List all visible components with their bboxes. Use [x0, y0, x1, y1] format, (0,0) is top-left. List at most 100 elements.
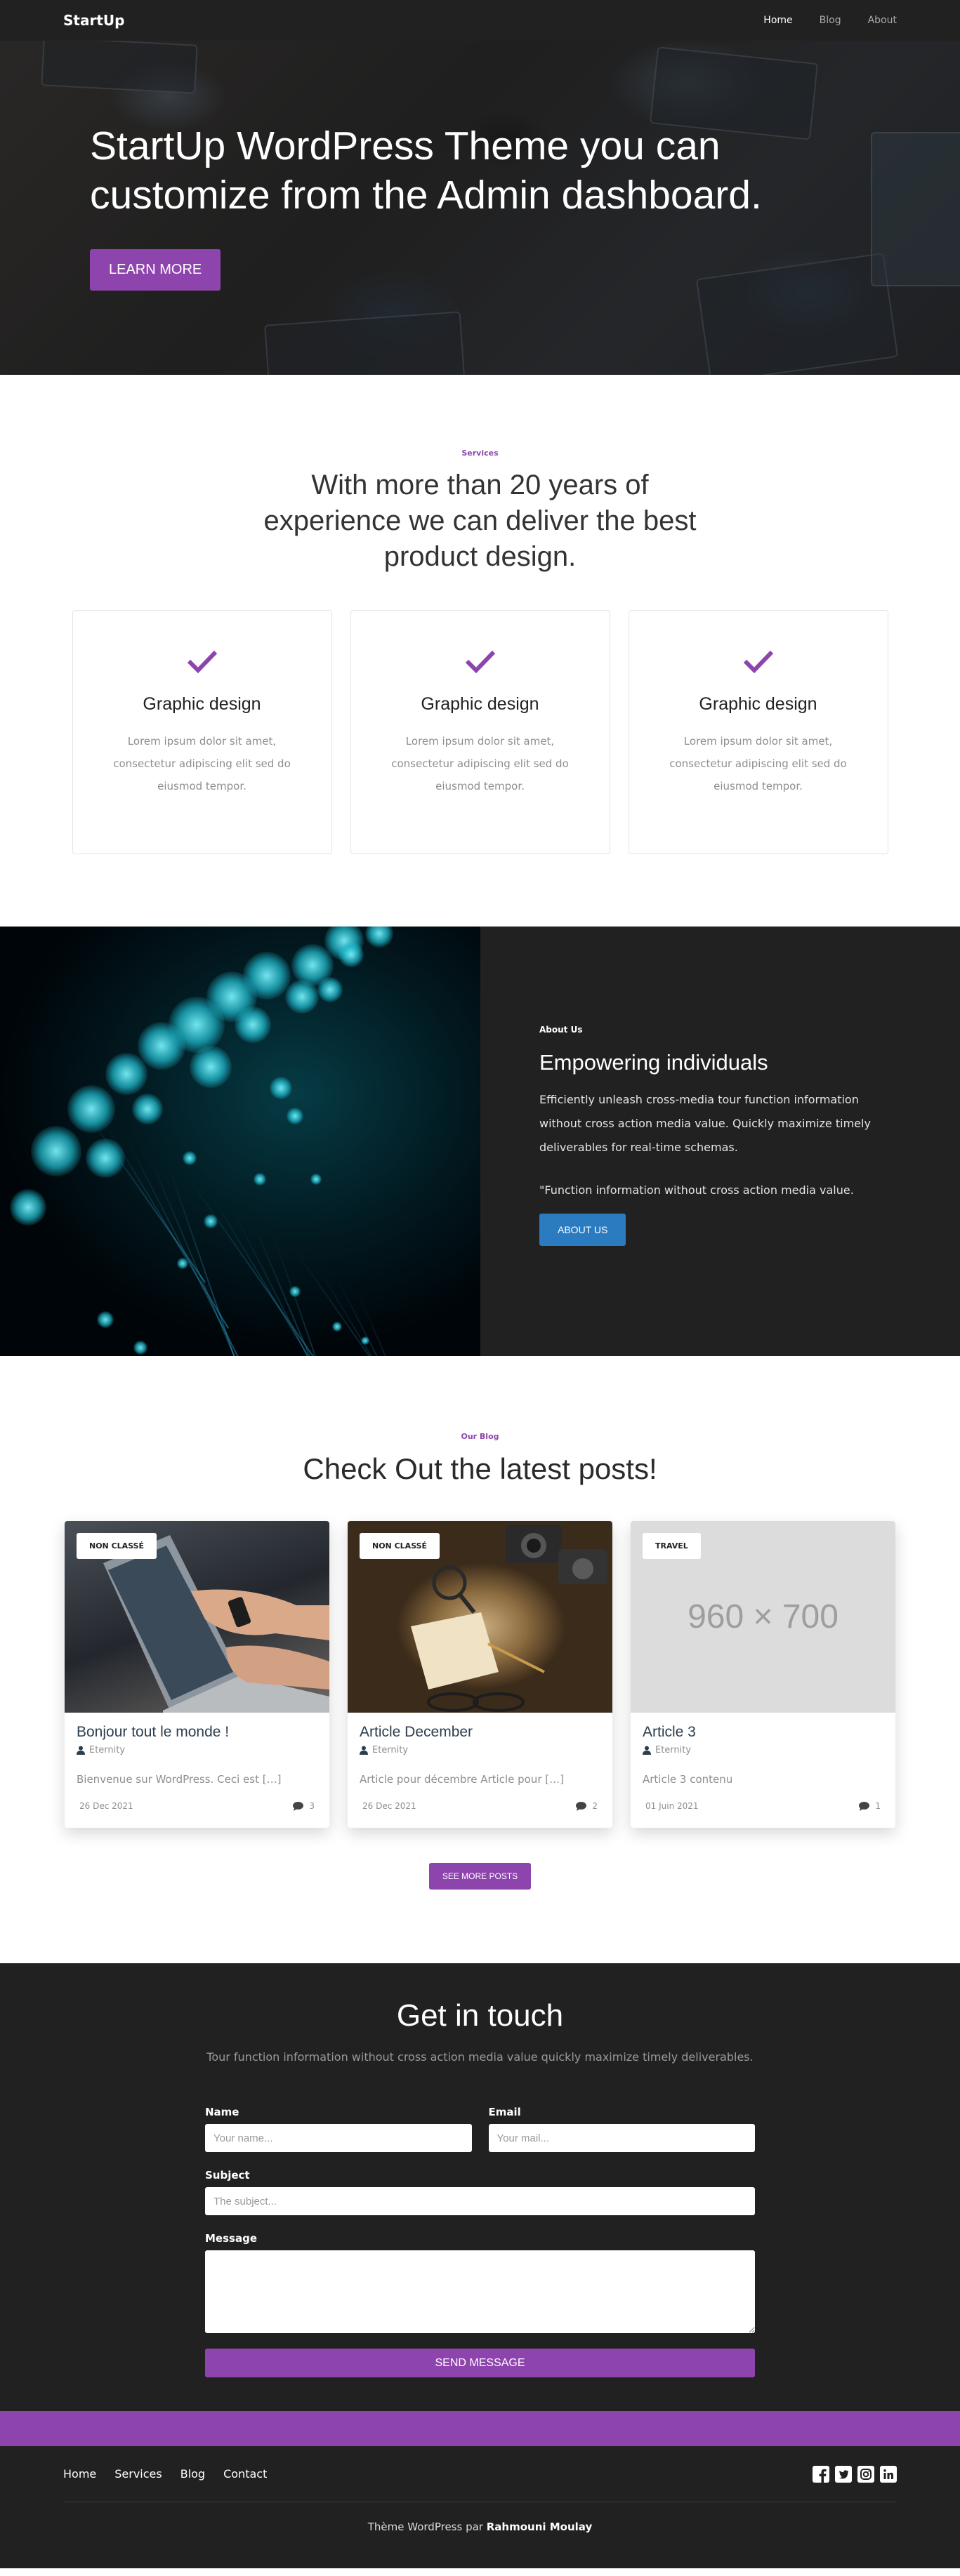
post-excerpt: Article pour décembre Article pour […]: [360, 1773, 564, 1786]
footer-link-blog[interactable]: Blog: [180, 2467, 205, 2481]
message-textarea[interactable]: [205, 2250, 755, 2333]
post-comment-count: 1: [875, 1801, 881, 1811]
post-thumbnail[interactable]: NON CLASSÉ: [65, 1521, 329, 1713]
about-eyebrow: About Us: [539, 1025, 583, 1035]
brand-logo[interactable]: StartUp: [63, 12, 124, 29]
bokeh-light: [138, 1022, 185, 1070]
bokeh-light: [365, 927, 393, 948]
post-excerpt: Bienvenue sur WordPress. Ceci est […]: [77, 1773, 282, 1786]
footer-top: Home Services Blog Contact: [63, 2446, 897, 2502]
bokeh-light: [67, 1085, 115, 1133]
fiber-strand: [336, 1277, 434, 1356]
about-quote: "Function information without cross acti…: [539, 1183, 854, 1197]
post-author: Eternity: [360, 1745, 600, 1755]
hero-content: StartUp WordPress Theme you can customiz…: [90, 121, 897, 291]
footer-link-services[interactable]: Services: [114, 2467, 162, 2481]
nav-link-home[interactable]: Home: [763, 15, 792, 26]
post-title[interactable]: Bonjour tout le monde !: [77, 1724, 317, 1741]
bokeh-light: [133, 1341, 147, 1355]
blog-eyebrow: Our Blog: [461, 1432, 499, 1441]
post-title[interactable]: Article 3: [643, 1724, 883, 1741]
bokeh-light: [310, 1174, 322, 1185]
blog-title: Check Out the latest posts!: [303, 1452, 657, 1485]
about-title: Empowering individuals: [539, 1050, 768, 1075]
post-meta: 01 Juin 2021 1: [645, 1801, 881, 1811]
bokeh-light: [97, 1311, 114, 1328]
footer-link-home[interactable]: Home: [63, 2467, 96, 2481]
email-label: Email: [488, 2106, 521, 2118]
post-card[interactable]: NON CLASSÉ Bonjour tout le monde ! Etern…: [65, 1521, 329, 1828]
footer-credit-prefix: Thème WordPress par: [367, 2521, 483, 2533]
post-title[interactable]: Article December: [360, 1724, 600, 1741]
linkedin-icon[interactable]: [880, 2465, 897, 2483]
service-cards: Graphic design Lorem ipsum dolor sit ame…: [0, 610, 960, 854]
user-icon: [643, 1746, 651, 1755]
hero-title: StartUp WordPress Theme you can customiz…: [90, 124, 762, 218]
post-body: Article December Eternity Article pour d…: [348, 1713, 612, 1786]
footer: Home Services Blog Contact Thème WordPre…: [0, 2446, 960, 2568]
bokeh-light: [105, 1053, 147, 1095]
bokeh-light: [183, 1151, 197, 1165]
about-section: About Us Empowering individuals Efficien…: [0, 927, 960, 1356]
bokeh-light: [338, 942, 364, 967]
post-comment-count: 2: [592, 1801, 598, 1811]
service-card: Graphic design Lorem ipsum dolor sit ame…: [628, 610, 888, 854]
post-card[interactable]: NON CLASSÉ Article December Eternity Art…: [348, 1521, 612, 1828]
twitter-icon[interactable]: [835, 2465, 852, 2483]
nav-link-blog[interactable]: Blog: [820, 15, 841, 26]
post-thumbnail[interactable]: 960 × 700 TRAVEL: [631, 1521, 895, 1713]
nav-link-about[interactable]: About: [868, 15, 897, 26]
bokeh-light: [31, 1126, 81, 1176]
footer-credit-author[interactable]: Rahmouni Moulay: [487, 2521, 593, 2533]
bokeh-light: [10, 1189, 46, 1226]
email-field-group: Email: [488, 2106, 755, 2152]
post-date: 26 Dec 2021: [362, 1801, 416, 1811]
footer-credit: Thème WordPress par Rahmouni Moulay: [63, 2502, 897, 2533]
services-title: With more than 20 years of experience we…: [263, 470, 697, 572]
post-comments[interactable]: 3: [293, 1801, 315, 1811]
message-field-group: Message: [205, 2232, 755, 2336]
name-email-row: Name Email: [205, 2106, 755, 2152]
learn-more-button[interactable]: LEARN MORE: [90, 249, 221, 291]
post-category-badge[interactable]: NON CLASSÉ: [77, 1533, 157, 1559]
post-comments[interactable]: 2: [576, 1801, 598, 1811]
post-category-badge[interactable]: NON CLASSÉ: [360, 1533, 440, 1559]
service-card-text: Lorem ipsum dolor sit amet, consectetur …: [391, 735, 569, 792]
bokeh-light: [270, 1077, 292, 1099]
contact-subtitle: Tour function information without cross …: [206, 2050, 754, 2064]
post-meta: 26 Dec 2021 2: [362, 1801, 598, 1811]
social-links: [813, 2465, 897, 2483]
instagram-icon[interactable]: [857, 2465, 874, 2483]
subject-input[interactable]: [205, 2187, 755, 2215]
contact-form: Name Email Subject Message SEND MESSAGE: [205, 2106, 755, 2377]
post-body: Bonjour tout le monde ! Eternity Bienven…: [65, 1713, 329, 1786]
post-author-name[interactable]: Eternity: [372, 1745, 408, 1755]
email-input[interactable]: [488, 2124, 755, 2152]
send-message-button[interactable]: SEND MESSAGE: [205, 2349, 755, 2377]
accent-bar: [0, 2411, 960, 2446]
facebook-icon[interactable]: [813, 2465, 829, 2483]
about-content: About Us Empowering individuals Efficien…: [480, 927, 960, 1356]
post-comment-count: 3: [309, 1801, 315, 1811]
bokeh-light: [287, 1108, 303, 1124]
fiber-strand: [315, 1263, 469, 1356]
post-author-name[interactable]: Eternity: [89, 1745, 125, 1755]
bokeh-light: [254, 1173, 266, 1186]
post-category-badge[interactable]: TRAVEL: [643, 1533, 701, 1559]
subject-field-group: Subject: [205, 2169, 755, 2215]
name-label: Name: [205, 2106, 239, 2118]
name-input[interactable]: [205, 2124, 472, 2152]
post-thumbnail[interactable]: NON CLASSÉ: [348, 1521, 612, 1713]
about-us-button[interactable]: ABOUT US: [539, 1214, 626, 1246]
comment-icon: [859, 1801, 870, 1811]
post-comments[interactable]: 1: [859, 1801, 881, 1811]
post-meta: 26 Dec 2021 3: [79, 1801, 315, 1811]
post-author-name[interactable]: Eternity: [655, 1745, 691, 1755]
service-card-text: Lorem ipsum dolor sit amet, consectetur …: [113, 735, 291, 792]
check-icon: [743, 650, 773, 674]
bokeh-light: [235, 1007, 271, 1043]
subject-label: Subject: [205, 2169, 250, 2182]
footer-link-contact[interactable]: Contact: [223, 2467, 267, 2481]
post-card[interactable]: 960 × 700 TRAVEL Article 3 Eternity Arti…: [631, 1521, 895, 1828]
see-more-posts-button[interactable]: SEE MORE POSTS: [428, 1863, 532, 1890]
